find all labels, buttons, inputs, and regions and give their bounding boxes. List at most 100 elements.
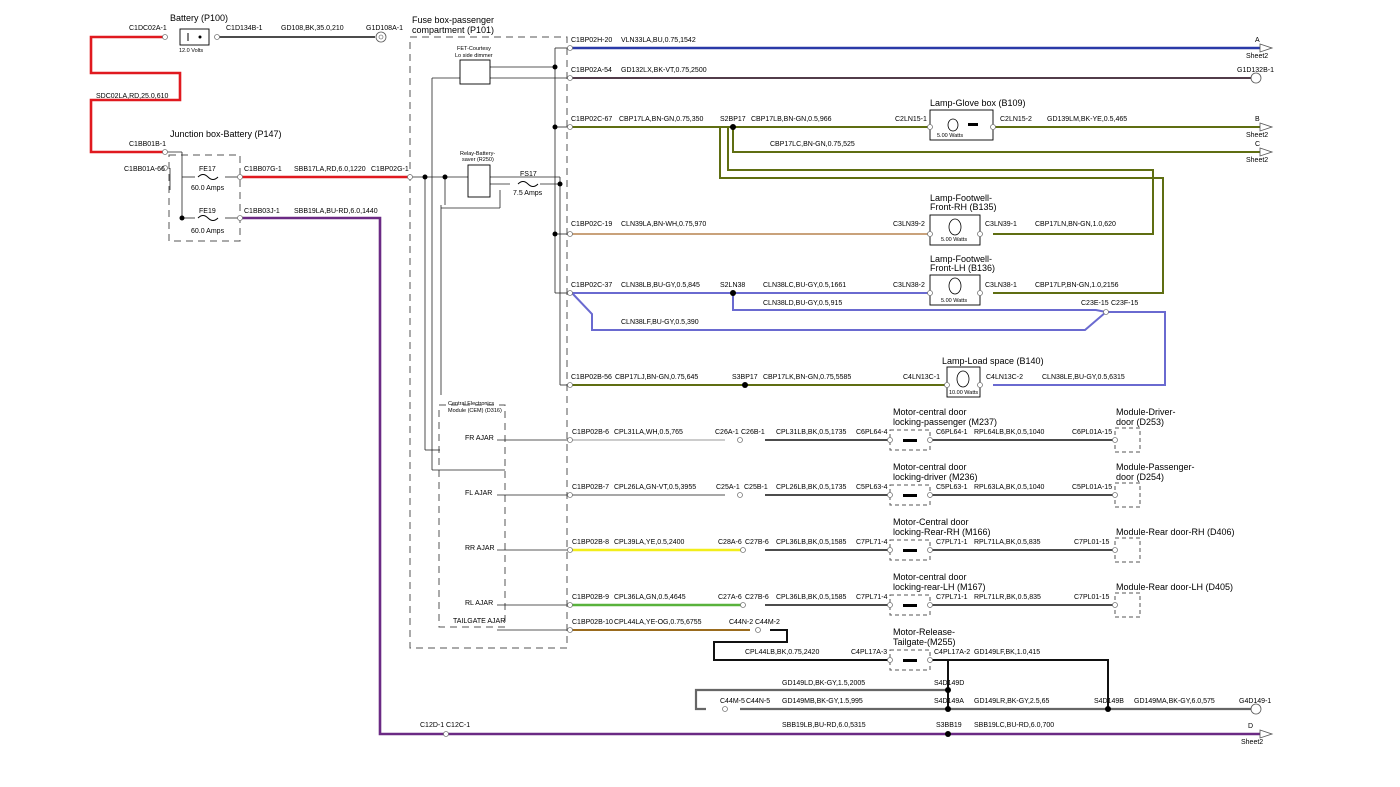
- splice-s2bp17: [730, 124, 736, 130]
- wire-label: SBB17LA,RD,6.0,1220: [294, 166, 366, 173]
- pin: [737, 437, 743, 443]
- pin: [927, 231, 933, 237]
- connector-label: G1D108A-1: [366, 25, 403, 32]
- relay-label-2: saver (R250): [462, 157, 494, 163]
- relay-box: [467, 164, 491, 198]
- pin: [443, 731, 449, 737]
- connector-label: C1BP02A-54: [571, 67, 612, 74]
- connector-label: C7PL01-15: [1074, 539, 1110, 546]
- fs17-amps: 7.5 Amps: [513, 190, 543, 197]
- splice: [552, 231, 558, 237]
- junction-box-label: Junction box-Battery (P147): [170, 129, 282, 139]
- pin: [237, 215, 243, 221]
- wire-label: GD132LX,BK-VT,0.75,2500: [621, 67, 707, 74]
- module-d254-label-1: Module-Passenger-: [1116, 462, 1195, 472]
- fe19-label: FE19: [199, 208, 216, 215]
- connector-label: C26B-1: [741, 429, 765, 436]
- fuse-box-title-1: Fuse box-passenger: [412, 15, 494, 25]
- wire-cbp17lc: [732, 127, 1262, 153]
- splice-s3bp17: [742, 382, 748, 388]
- splice: [442, 174, 448, 180]
- wire-label: GD149LF,BK,1.0,415: [974, 649, 1040, 656]
- connector-label: C1BP02B-9: [572, 594, 609, 601]
- wire-label: CBP17LJ,BN-GN,0.75,645: [615, 374, 698, 381]
- splice: [552, 124, 558, 130]
- pin: [927, 602, 933, 608]
- battery-terminal: [198, 35, 202, 39]
- wire-label: CPL31LA,WH,0.5,765: [614, 429, 683, 436]
- fuse-fe17-icon: [197, 174, 219, 180]
- offpage-a-letter: A: [1255, 37, 1260, 44]
- wire-label: SBB19LB,BU-RD,6.0,5315: [782, 722, 866, 729]
- splice: [552, 64, 558, 70]
- lamp-frh-bulb-icon: [948, 218, 962, 236]
- motor-m237-label-2: locking-passenger (M237): [893, 417, 997, 427]
- pin: [567, 492, 573, 498]
- fuse-fe19-icon: [197, 215, 219, 221]
- offpage-arrow-c-icon: [1259, 147, 1274, 157]
- offpage-arrow-a-icon: [1259, 43, 1274, 53]
- pin: [567, 290, 573, 296]
- connector-label: C5PL63-1: [936, 484, 968, 491]
- offpage-c-sheet: Sheet2: [1246, 157, 1268, 164]
- fet-label-2: Lo side dimmer: [455, 53, 493, 59]
- motor-m166-icon: [903, 549, 917, 552]
- offpage-arrow-d-icon: [1259, 729, 1274, 739]
- motor-m167-icon: [903, 604, 917, 607]
- connector-label: C1BP02B-6: [572, 429, 609, 436]
- wire-label: CPL36LB,BK,0.5,1585: [776, 539, 847, 546]
- wire-label: RPL71LR,BK,0.5,835: [974, 594, 1041, 601]
- connector-label: C1BB01B-1: [129, 141, 166, 148]
- connector-label: C7PL01-15: [1074, 594, 1110, 601]
- module-d406-box: [1114, 537, 1141, 563]
- offpage-b-sheet: Sheet2: [1246, 132, 1268, 139]
- motor-m166-label-1: Motor-Central door: [893, 517, 969, 527]
- pin: [887, 437, 893, 443]
- connector-label: C44M-2: [755, 619, 780, 626]
- lamp-frh-label-2: Front-RH (B135): [930, 202, 997, 212]
- connector-label: S3BB19: [936, 722, 962, 729]
- wire-label: RPL71LA,BK,0.5,835: [974, 539, 1041, 546]
- wire-label: CPL39LA,YE,0.5,2400: [614, 539, 685, 546]
- pin: [567, 627, 573, 633]
- motor-m237-icon: [903, 439, 917, 442]
- wire-sbb19la: [240, 216, 1262, 736]
- connector-label: C1DC02A-1: [129, 25, 167, 32]
- cem-label-1: Central Electronics: [448, 401, 494, 407]
- wire-label: CLN38LC,BU-GY,0.5,1661: [763, 282, 846, 289]
- connector-label: C1BB03J-1: [244, 208, 280, 215]
- ajar-fl: FL AJAR: [465, 490, 492, 497]
- connector-label: S4D149B: [1094, 698, 1124, 705]
- connector-label: C6PL64-1: [936, 429, 968, 436]
- module-d253-box: [1114, 427, 1141, 453]
- ajar-fr: FR AJAR: [465, 435, 494, 442]
- lamp-glove-bulb-icon: [947, 118, 959, 132]
- ground-g1d132b-icon: [1250, 72, 1262, 84]
- motor-m236-icon: [903, 494, 917, 497]
- pin: [567, 547, 573, 553]
- motor-m236-label-2: locking-driver (M236): [893, 472, 978, 482]
- connector-label: S4D149D: [934, 680, 964, 687]
- connector-label: C44N-5: [746, 698, 770, 705]
- pin: [722, 706, 728, 712]
- connector-label: C3LN39-1: [985, 221, 1017, 228]
- module-d405-label: Module-Rear door-LH (D405): [1116, 582, 1233, 592]
- motor-m167-label-2: locking-rear-LH (M167): [893, 582, 986, 592]
- pin: [567, 75, 573, 81]
- offpage-b-letter: B: [1255, 116, 1260, 123]
- wire-label: SBB19LA,BU-RD,6.0,1440: [294, 208, 378, 215]
- connector-label: C1BP02B-8: [572, 539, 609, 546]
- pin: [737, 492, 743, 498]
- wire-label: CLN39LA,BN-WH,0.75,970: [621, 221, 706, 228]
- connector-label: S2BP17: [720, 116, 746, 123]
- splice: [422, 174, 428, 180]
- wire-label: CPL36LA,GN,0.5,4645: [614, 594, 686, 601]
- fuse-fs17-icon: [517, 181, 539, 187]
- connector-label: C6PL01A-15: [1072, 429, 1112, 436]
- connector-label: C3LN38-1: [985, 282, 1017, 289]
- wire-label: CLN38LE,BU-GY,0.5,6315: [1042, 374, 1125, 381]
- wire-label: CLN38LF,BU-GY,0.5,390: [621, 319, 699, 326]
- pin: [887, 657, 893, 663]
- connector-label: C4LN13C-1: [903, 374, 940, 381]
- motor-m255-label-2: Tailgate-(M255): [893, 637, 956, 647]
